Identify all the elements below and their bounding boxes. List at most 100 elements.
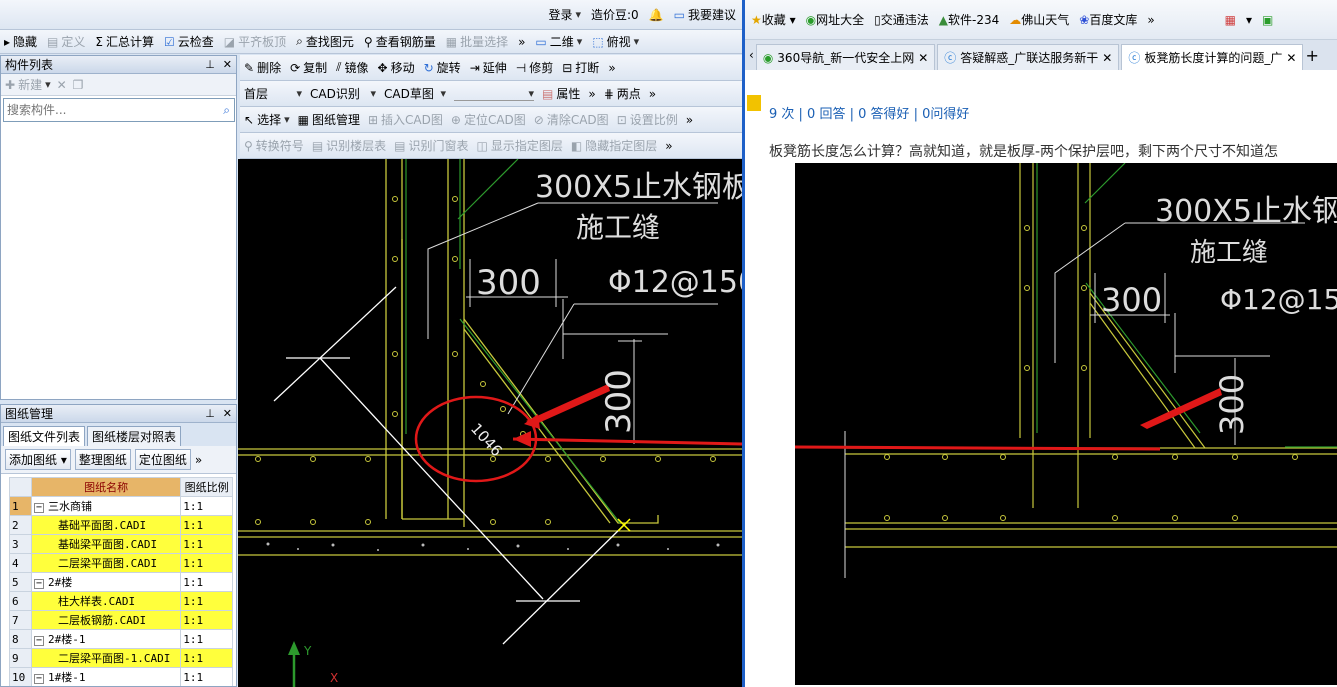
bookmark-weather[interactable]: ☁佛山天气 (1009, 11, 1069, 28)
drawing-group-name[interactable]: −1#楼-1 (30, 667, 182, 686)
close-icon[interactable]: ✕ (918, 51, 928, 65)
close-icon[interactable]: ✕ (223, 407, 232, 420)
table-row[interactable]: 2 基础平面图.CADI 1:1 (9, 515, 233, 535)
collapse-toggle-icon[interactable]: − (34, 579, 44, 589)
sum-calc-button[interactable]: Σ 汇总计算 (95, 33, 154, 50)
show-layer-button[interactable]: ◫ 显示指定图层 (477, 137, 563, 154)
table-row[interactable]: 1− 三水商铺 1:1 (9, 496, 233, 516)
recognize-door-table-button[interactable]: ▤ 识别门窗表 (394, 137, 468, 154)
set-scale-button[interactable]: ⊡ 设置比例 (617, 111, 678, 128)
view-top-select[interactable]: ⬚ 俯视 ▾ (592, 33, 639, 50)
drawing-group-name[interactable]: −2#楼 (30, 572, 182, 592)
trim-button[interactable]: ⊣ 修剪 (516, 59, 553, 76)
cad-canvas[interactable]: 300X5止水钢板 施工缝 300 Φ12@150 300 1046 Y X (238, 159, 742, 687)
drawing-file-name[interactable]: 基础梁平面图.CADI (30, 534, 182, 554)
browser-tab[interactable]: ⓒ 答疑解惑_广联达服务新干 ✕ (937, 44, 1120, 70)
apps-icon[interactable]: ▦ (1225, 13, 1236, 27)
drawing-ratio[interactable]: 1:1 (180, 553, 233, 573)
locate-drawing-button[interactable]: 定位图纸 (134, 449, 191, 470)
menu-chevron-icon[interactable]: ▾ (1246, 13, 1252, 27)
drawing-ratio[interactable]: 1:1 (180, 591, 233, 611)
game-icon[interactable]: ▣ (1262, 13, 1273, 27)
new-component-button[interactable]: ✚ 新建 ▾ (5, 76, 51, 93)
drawing-ratio[interactable]: 1:1 (180, 572, 233, 592)
login-button[interactable]: 登录 ▾ (548, 6, 581, 23)
delete-button[interactable]: ✎ 删除 (244, 59, 281, 76)
bookmark-software[interactable]: ▲软件-234 (939, 11, 999, 28)
copy-button[interactable]: ⟳ 复制 (290, 59, 327, 76)
table-row[interactable]: 3 基础梁平面图.CADI 1:1 (9, 534, 233, 554)
attribute-button[interactable]: ▤ 属性 (542, 85, 580, 102)
drawing-file-name[interactable]: 二层板钢筋.CADI (30, 610, 182, 630)
recognize-floor-table-button[interactable]: ▤ 识别楼层表 (312, 137, 386, 154)
drawing-file-name[interactable]: 二层梁平面图.CADI (30, 553, 182, 573)
drawing-ratio[interactable]: 1:1 (180, 667, 233, 686)
clear-cad-button[interactable]: ⊘ 清除CAD图 (534, 111, 609, 128)
table-row[interactable]: 5−2#楼 1:1 (9, 572, 233, 592)
collapse-toggle-icon[interactable]: − (34, 636, 44, 646)
rotate-button[interactable]: ↻ 旋转 (424, 59, 461, 76)
close-icon[interactable]: ✕ (1286, 51, 1296, 65)
organize-drawing-button[interactable]: 整理图纸 (74, 449, 131, 470)
view-rebar-button[interactable]: ⚲ 查看钢筋量 (364, 33, 436, 50)
mirror-button[interactable]: ⫽ 镜像 (336, 59, 368, 76)
bookmark-hao[interactable]: ◉网址大全 (806, 11, 865, 28)
toolbar-overflow[interactable]: » (608, 61, 615, 75)
cloud-check-button[interactable]: ☑ 云检查 (164, 33, 214, 50)
drawing-group-name[interactable]: − 三水商铺 (30, 496, 182, 516)
component-search-input[interactable] (4, 100, 220, 120)
bookmark-collect[interactable]: ★收藏 ▾ (751, 11, 796, 28)
new-tab-button[interactable]: + (1305, 46, 1318, 65)
drawing-ratio[interactable]: 1:1 (180, 629, 233, 649)
collapse-toggle-icon[interactable]: − (34, 674, 44, 684)
toolbar-overflow[interactable]: » (588, 87, 595, 101)
drawing-ratio[interactable]: 1:1 (180, 515, 233, 535)
drawing-ratio[interactable]: 1:1 (180, 648, 233, 668)
extend-button[interactable]: ⇥ 延伸 (470, 59, 507, 76)
hide-layer-button[interactable]: ◧ 隐藏指定图层 (571, 137, 657, 154)
pin-icon[interactable]: ⊥ (205, 58, 215, 71)
drawing-file-name[interactable]: 柱大样表.CADI (30, 591, 182, 611)
toolbar-overflow[interactable]: » (518, 35, 525, 49)
notification-bell[interactable]: 🔔 (649, 8, 664, 22)
table-row[interactable]: 7 二层板钢筋.CADI 1:1 (9, 610, 233, 630)
bookmarks-overflow[interactable]: » (1147, 13, 1154, 27)
drawing-ratio[interactable]: 1:1 (180, 534, 233, 554)
table-row[interactable]: 8−2#楼-1 1:1 (9, 629, 233, 649)
floor-select[interactable]: 首层 ▾ (244, 85, 302, 102)
search-icon[interactable]: ⌕ (219, 103, 234, 118)
batch-select-button[interactable]: ▦ 批量选择 (446, 33, 508, 50)
move-button[interactable]: ✥ 移动 (378, 59, 415, 76)
select-button[interactable]: ↖ 选择 ▾ (244, 111, 290, 128)
toolbar-overflow[interactable]: » (649, 87, 656, 101)
table-row[interactable]: 9 二层梁平面图-1.CADI 1:1 (9, 648, 233, 668)
hide-button[interactable]: ▸ 隐藏 (4, 33, 37, 50)
drawing-ratio[interactable]: 1:1 (180, 610, 233, 630)
collapse-toggle-icon[interactable]: − (34, 503, 44, 513)
add-drawing-button[interactable]: 添加图纸 ▾ (5, 449, 71, 470)
browser-tab[interactable]: ◉ 360导航_新一代安全上网 ✕ (755, 44, 936, 70)
browser-tab-active[interactable]: ⓒ 板凳筋长度计算的问题_广 ✕ (1121, 44, 1304, 70)
close-icon[interactable]: ✕ (1102, 51, 1112, 65)
view-2d-select[interactable]: ▭ 二维 ▾ (535, 33, 582, 50)
tab-scroll-left[interactable]: ‹ (749, 48, 754, 62)
question-image[interactable]: 300X5止水钢板 施工缝 300 Φ12@150 300 (795, 163, 1337, 685)
cad-sketch-select[interactable]: CAD草图 ▾ (384, 85, 446, 102)
find-element-button[interactable]: ⌕ 查找图元 (296, 33, 354, 50)
toolbar-overflow[interactable]: » (686, 113, 693, 127)
insert-cad-button[interactable]: ⊞ 插入CAD图 (368, 111, 443, 128)
tab-drawing-files[interactable]: 图纸文件列表 (3, 426, 86, 446)
drawing-group-name[interactable]: −2#楼-1 (30, 629, 182, 649)
break-button[interactable]: ⊟ 打断 (562, 59, 599, 76)
drawing-ratio[interactable]: 1:1 (180, 496, 233, 516)
delete-component-button[interactable]: ✕ (57, 78, 67, 92)
copy-component-button[interactable]: ❐ (73, 78, 84, 92)
bookmark-wenku[interactable]: ❀百度文库 (1079, 11, 1137, 28)
locate-cad-button[interactable]: ⊕ 定位CAD图 (451, 111, 526, 128)
pin-icon[interactable]: ⊥ (205, 407, 215, 420)
table-row[interactable]: 4 二层梁平面图.CADI 1:1 (9, 553, 233, 573)
suggest-button[interactable]: ▭ 我要建议 (674, 6, 736, 23)
tab-floor-mapping[interactable]: 图纸楼层对照表 (87, 426, 182, 446)
drawing-file-name[interactable]: 二层梁平面图-1.CADI (30, 648, 182, 668)
convert-symbol-button[interactable]: ⚲ 转换符号 (244, 137, 304, 154)
